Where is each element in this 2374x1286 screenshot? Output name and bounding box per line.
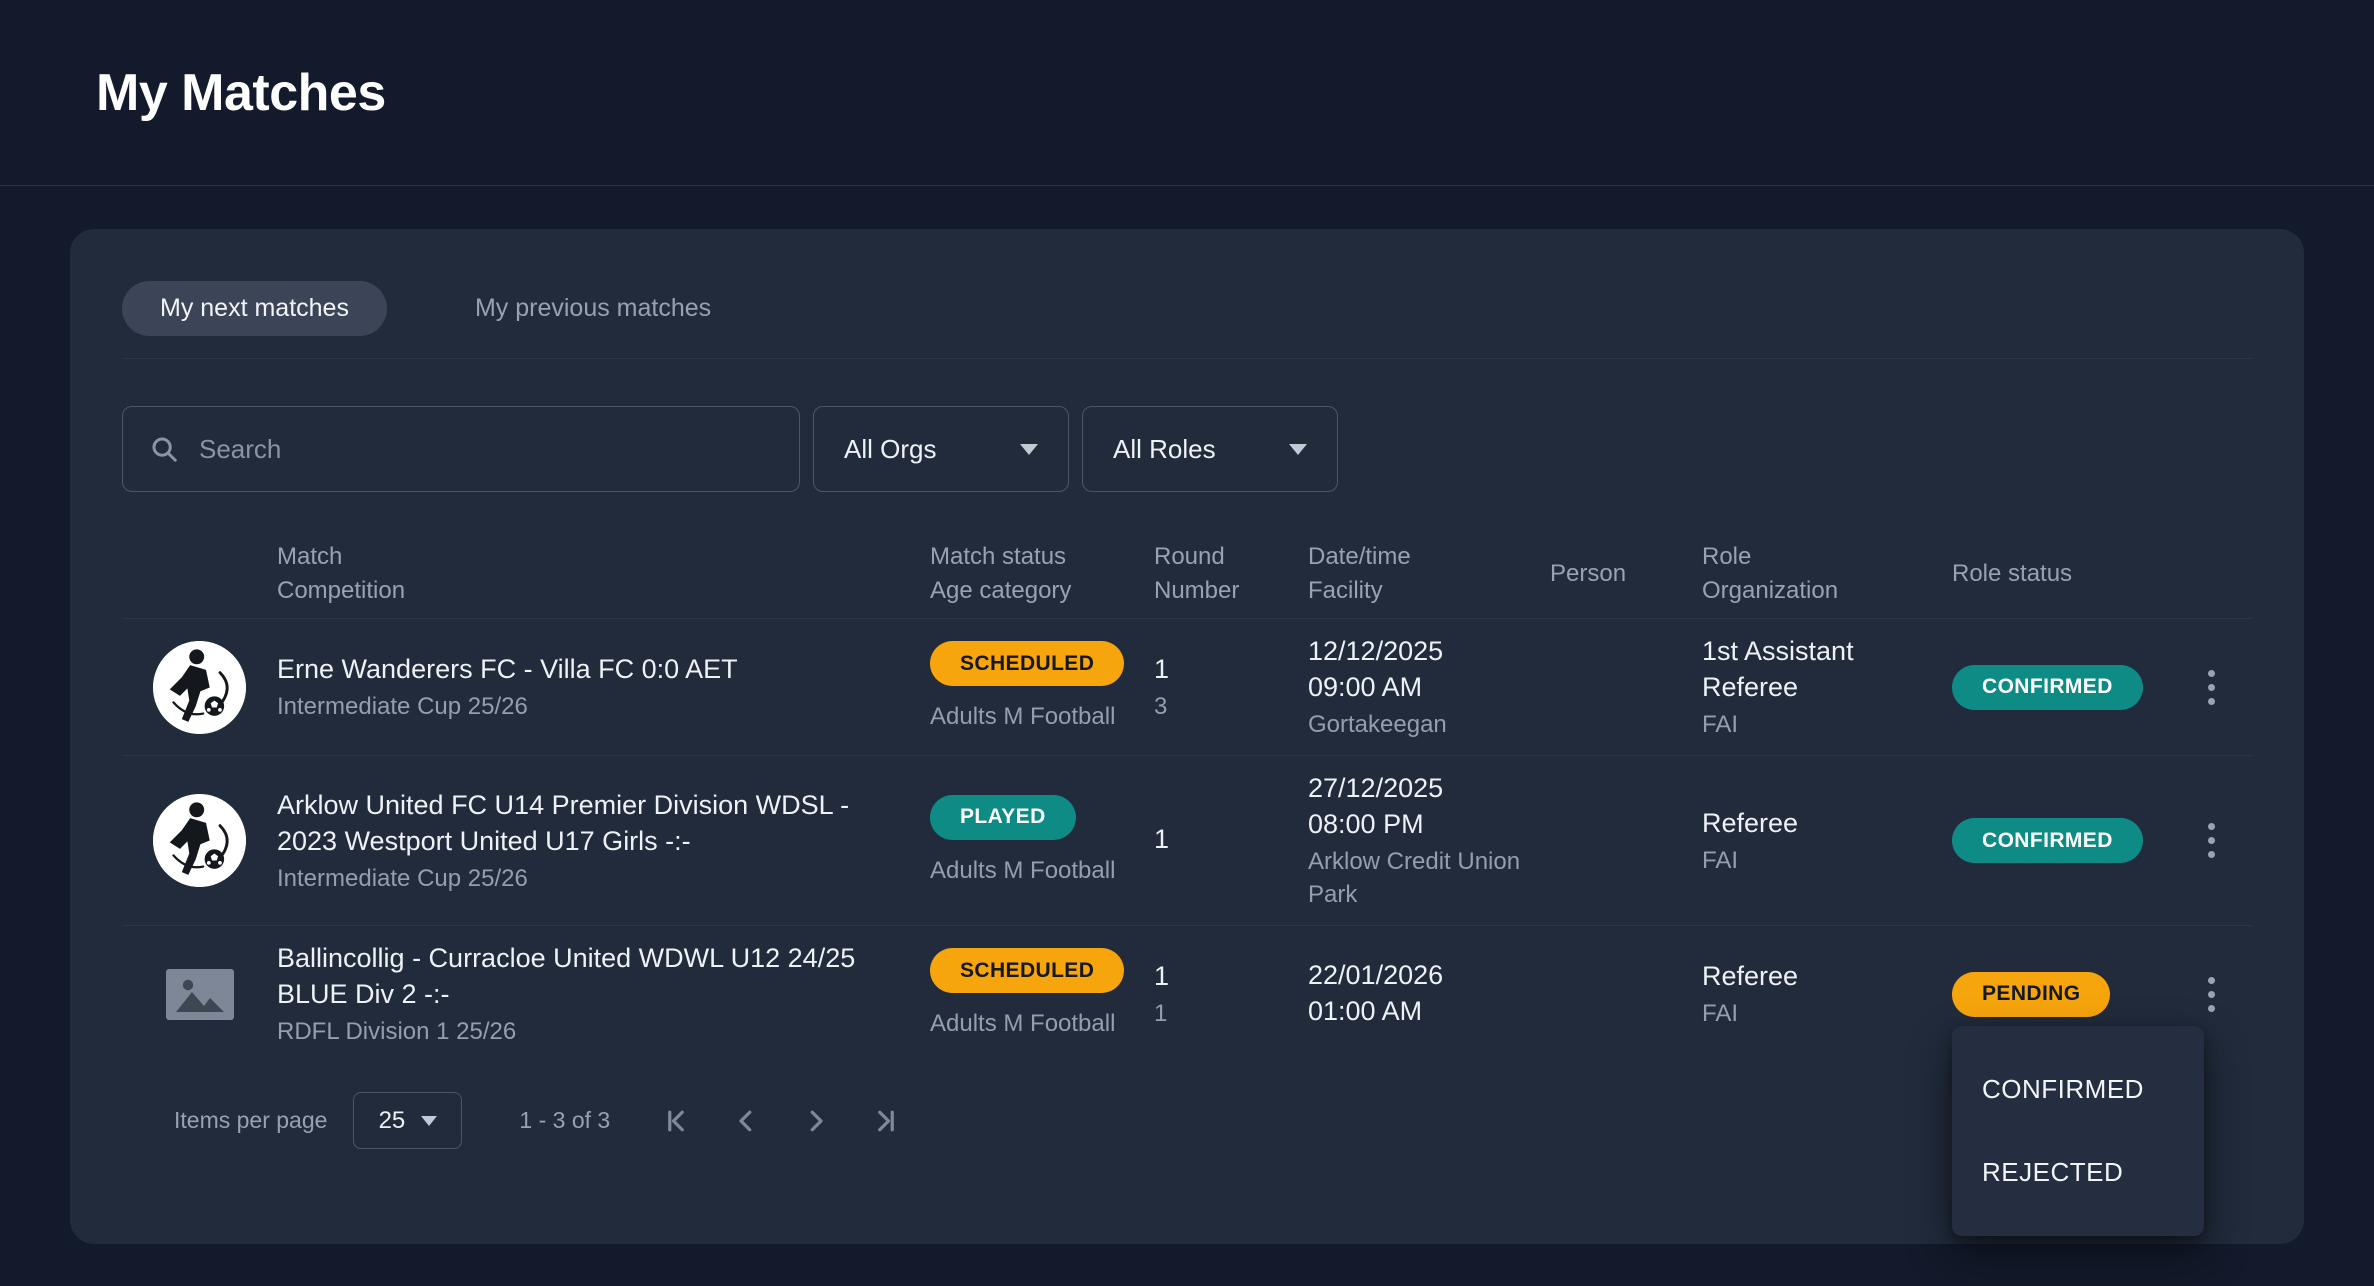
role-status-badge[interactable]: CONFIRMED <box>1952 818 2143 863</box>
chevron-down-icon <box>1289 444 1307 455</box>
match-status-badge: PLAYED <box>930 795 1076 840</box>
pagination-bar: Items per page 25 1 - 3 of 3 <box>122 1092 2252 1149</box>
role-status-menu: CONFIRMED REJECTED <box>1952 1026 2204 1236</box>
column-header-round: RoundNumber <box>1154 540 1308 608</box>
match-name: Ballincollig - Curracloe United WDWL U12… <box>277 940 880 1012</box>
column-header-role: RoleOrganization <box>1702 540 1952 608</box>
last-page-icon[interactable] <box>862 1097 910 1145</box>
organization-name: FAI <box>1702 708 1922 741</box>
image-placeholder-icon <box>166 969 234 1020</box>
role-name: Referee <box>1702 805 1922 841</box>
role-name: Referee <box>1702 958 1922 994</box>
column-header-person: Person <box>1550 540 1702 608</box>
role-name: 1st Assistant Referee <box>1702 633 1922 705</box>
search-box[interactable] <box>122 406 800 492</box>
table-row: Erne Wanderers FC - Villa FC 0:0 AET Int… <box>122 618 2252 755</box>
page-size-select[interactable]: 25 <box>353 1092 462 1149</box>
column-header-match-status: Match statusAge category <box>930 540 1154 608</box>
tab-my-next-matches[interactable]: My next matches <box>122 281 387 336</box>
previous-page-icon[interactable] <box>722 1097 770 1145</box>
search-input[interactable] <box>199 434 773 465</box>
organization-name: FAI <box>1702 997 1922 1030</box>
round-value: 1 <box>1154 651 1308 687</box>
menu-item-rejected[interactable]: REJECTED <box>1952 1131 2204 1214</box>
competition-name: Intermediate Cup 25/26 <box>277 690 880 723</box>
page-header: My Matches <box>0 0 2374 186</box>
column-header-datetime: Date/timeFacility <box>1308 540 1550 608</box>
table-row: Ballincollig - Curracloe United WDWL U12… <box>122 925 2252 1062</box>
role-status-badge[interactable]: PENDING <box>1952 972 2110 1017</box>
match-status-badge: SCHEDULED <box>930 641 1124 686</box>
number-value: 3 <box>1154 690 1308 723</box>
organization-name: FAI <box>1702 844 1922 877</box>
match-time: 09:00 AM <box>1308 669 1534 705</box>
page-size-value: 25 <box>379 1107 406 1135</box>
age-category: Adults M Football <box>930 700 1154 733</box>
match-name: Erne Wanderers FC - Villa FC 0:0 AET <box>277 651 880 687</box>
matches-card: My next matches My previous matches All … <box>70 229 2304 1244</box>
competition-name: Intermediate Cup 25/26 <box>277 862 880 895</box>
soccer-player-avatar <box>153 794 246 887</box>
match-time: 01:00 AM <box>1308 993 1534 1029</box>
match-time: 08:00 PM <box>1308 806 1534 842</box>
search-icon <box>149 434 179 464</box>
chevron-down-icon <box>421 1116 437 1126</box>
facility-name: Arklow Credit Union Park <box>1308 845 1534 911</box>
pagination-range: 1 - 3 of 3 <box>519 1107 610 1134</box>
facility-name: Gortakeegan <box>1308 708 1534 741</box>
role-filter-select[interactable]: All Roles <box>1082 406 1338 492</box>
tabs-divider <box>122 358 2252 359</box>
column-header-role-status: Role status <box>1952 540 2170 608</box>
row-actions-kebab-icon[interactable] <box>2198 813 2225 868</box>
org-filter-select[interactable]: All Orgs <box>813 406 1069 492</box>
table-header: MatchCompetition Match statusAge categor… <box>122 540 2252 618</box>
column-header-match: MatchCompetition <box>277 540 930 608</box>
filters-bar: All Orgs All Roles <box>122 406 2252 492</box>
next-page-icon[interactable] <box>792 1097 840 1145</box>
table-row: Arklow United FC U14 Premier Division WD… <box>122 755 2252 925</box>
org-filter-value: All Orgs <box>844 434 936 465</box>
match-status-badge: SCHEDULED <box>930 948 1124 993</box>
age-category: Adults M Football <box>930 854 1154 887</box>
number-value: 1 <box>1154 997 1308 1030</box>
row-actions-kebab-icon[interactable] <box>2198 660 2225 715</box>
match-date: 22/01/2026 <box>1308 957 1534 993</box>
round-value: 1 <box>1154 821 1308 857</box>
page-title: My Matches <box>96 63 386 123</box>
pagination-nav <box>652 1097 910 1145</box>
menu-item-confirmed[interactable]: CONFIRMED <box>1952 1048 2204 1131</box>
match-date: 27/12/2025 <box>1308 770 1534 806</box>
items-per-page-label: Items per page <box>174 1107 327 1134</box>
competition-name: RDFL Division 1 25/26 <box>277 1015 880 1048</box>
role-filter-value: All Roles <box>1113 434 1216 465</box>
age-category: Adults M Football <box>930 1007 1154 1040</box>
row-actions-kebab-icon[interactable] <box>2198 967 2225 1022</box>
match-name: Arklow United FC U14 Premier Division WD… <box>277 787 880 859</box>
match-date: 12/12/2025 <box>1308 633 1534 669</box>
tab-my-previous-matches[interactable]: My previous matches <box>437 281 749 336</box>
chevron-down-icon <box>1020 444 1038 455</box>
tabs-bar: My next matches My previous matches <box>122 281 2252 336</box>
soccer-player-avatar <box>153 641 246 734</box>
round-value: 1 <box>1154 958 1308 994</box>
first-page-icon[interactable] <box>652 1097 700 1145</box>
role-status-badge[interactable]: CONFIRMED <box>1952 665 2143 710</box>
